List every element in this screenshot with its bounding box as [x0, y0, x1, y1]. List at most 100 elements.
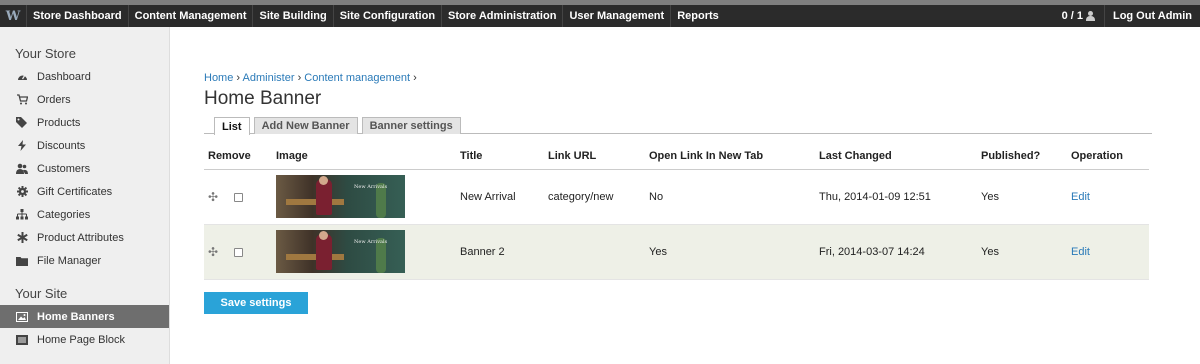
remove-checkbox[interactable] — [234, 193, 244, 203]
edit-link[interactable]: Edit — [1071, 191, 1090, 203]
tab-bar: List Add New Banner Banner settings — [204, 117, 1152, 135]
sidebar-item-categories[interactable]: Categories — [0, 203, 169, 226]
sidebar-item-discounts[interactable]: Discounts — [0, 134, 169, 157]
cart-icon — [16, 94, 28, 106]
folder-icon — [16, 255, 28, 267]
last-changed-cell: Thu, 2014-01-09 12:51 — [815, 169, 977, 225]
column-header-link-url: Link URL — [544, 143, 645, 170]
nav-store-dashboard[interactable]: Store Dashboard — [26, 5, 128, 27]
remove-cell: ✣ — [204, 224, 272, 280]
published-cell: Yes — [977, 169, 1067, 225]
new-tab-cell: No — [645, 169, 815, 225]
breadcrumb-separator: › — [413, 72, 417, 84]
sidebar-item-label: Customers — [37, 162, 91, 175]
operation-cell: Edit — [1067, 224, 1149, 280]
remove-checkbox[interactable] — [234, 248, 244, 258]
site-logo-icon[interactable]: W — [0, 5, 26, 27]
sidebar-item-label: Products — [37, 116, 81, 129]
drag-handle-icon[interactable]: ✣ — [208, 245, 218, 259]
sidebar-item-gift-certificates[interactable]: Gift Certificates — [0, 180, 169, 203]
new-tab-cell: Yes — [645, 224, 815, 280]
sidebar-item-home-banners[interactable]: Home Banners — [0, 305, 169, 328]
column-header-image: Image — [272, 143, 456, 170]
breadcrumb: Home › Administer › Content management › — [204, 72, 1152, 84]
dashboard-icon — [16, 71, 28, 83]
breadcrumb-content-management[interactable]: Content management — [304, 72, 410, 84]
image-icon — [16, 311, 28, 323]
breadcrumb-separator: › — [297, 72, 302, 84]
column-header-operation: Operation — [1067, 143, 1149, 170]
sidebar-item-label: File Manager — [37, 254, 102, 267]
sidebar-item-label: Discounts — [37, 139, 86, 152]
column-header-published: Published? — [977, 143, 1067, 170]
table-row: ✣ New Arrivals New Arrival category/new … — [204, 169, 1149, 225]
image-cell: New Arrivals — [272, 224, 456, 280]
sidebar-item-file-manager[interactable]: File Manager — [0, 249, 169, 272]
banner-thumbnail: New Arrivals — [276, 175, 405, 218]
published-cell: Yes — [977, 224, 1067, 280]
sidebar-item-label: Home Banners — [37, 310, 115, 323]
tab-list[interactable]: List — [214, 117, 250, 135]
admin-toolbar: W Store Dashboard Content Management Sit… — [0, 0, 1200, 27]
nav-site-building[interactable]: Site Building — [252, 5, 332, 27]
nav-user-management[interactable]: User Management — [562, 5, 670, 27]
nav-reports[interactable]: Reports — [670, 5, 725, 27]
sidebar-item-label: Dashboard — [37, 70, 91, 83]
sidebar-item-label: Product Attributes — [37, 231, 124, 244]
sidebar-item-product-attributes[interactable]: Product Attributes — [0, 226, 169, 249]
edit-link[interactable]: Edit — [1071, 246, 1090, 258]
gear-icon — [16, 186, 28, 198]
sitemap-icon — [16, 209, 28, 221]
sidebar-item-label: Orders — [37, 93, 71, 106]
sidebar-item-home-page-block[interactable]: Home Page Block — [0, 328, 169, 351]
online-users-count: 0 / 1 — [1061, 10, 1083, 22]
main-content: Home › Administer › Content management ›… — [204, 27, 1152, 314]
sidebar-item-label: Gift Certificates — [37, 185, 113, 198]
save-settings-button[interactable]: Save settings — [204, 291, 308, 314]
page-title: Home Banner — [204, 88, 322, 109]
sidebar: Your Store Dashboard Orders Products Dis… — [0, 27, 170, 364]
sidebar-item-products[interactable]: Products — [0, 111, 169, 134]
banner-thumbnail: New Arrivals — [276, 230, 405, 273]
column-header-remove: Remove — [204, 143, 272, 170]
tab-add-new-banner[interactable]: Add New Banner — [253, 117, 358, 134]
drag-handle-icon[interactable]: ✣ — [208, 190, 218, 204]
toolbar-user-area: 0 / 1 Log Out Admin — [1054, 5, 1200, 27]
sidebar-item-label: Categories — [37, 208, 91, 221]
sidebar-heading-your-site: Your Site — [15, 285, 68, 301]
title-cell: Banner 2 — [456, 224, 544, 280]
link-url-cell: category/new — [544, 169, 645, 225]
table-row: ✣ New Arrivals Banner 2 Yes Fri, 2014-03… — [204, 224, 1149, 280]
sidebar-item-dashboard[interactable]: Dashboard — [0, 65, 169, 88]
sidebar-item-orders[interactable]: Orders — [0, 88, 169, 111]
breadcrumb-separator: › — [236, 72, 241, 84]
banner-table: Remove Image Title Link URL Open Link In… — [204, 143, 1149, 280]
nav-content-management[interactable]: Content Management — [127, 5, 253, 27]
link-url-cell — [544, 224, 645, 280]
nav-site-configuration[interactable]: Site Configuration — [332, 5, 441, 27]
sidebar-item-customers[interactable]: Customers — [0, 157, 169, 180]
nav-store-administration[interactable]: Store Administration — [441, 5, 562, 27]
online-users-counter[interactable]: 0 / 1 — [1054, 10, 1104, 22]
users-icon — [1085, 11, 1096, 21]
tags-icon — [16, 117, 28, 129]
sidebar-heading-your-store: Your Store — [15, 45, 76, 61]
breadcrumb-administer[interactable]: Administer — [243, 72, 295, 84]
users-icon — [16, 163, 28, 175]
image-cell: New Arrivals — [272, 169, 456, 225]
logout-link[interactable]: Log Out Admin — [1103, 5, 1200, 27]
remove-cell: ✣ — [204, 169, 272, 225]
operation-cell: Edit — [1067, 169, 1149, 225]
last-changed-cell: Fri, 2014-03-07 14:24 — [815, 224, 977, 280]
breadcrumb-home[interactable]: Home — [204, 72, 233, 84]
column-header-open-link-new-tab: Open Link In New Tab — [645, 143, 815, 170]
column-header-title: Title — [456, 143, 544, 170]
column-header-last-changed: Last Changed — [815, 143, 977, 170]
top-navigation: Store Dashboard Content Management Site … — [26, 5, 725, 27]
bolt-icon — [16, 140, 28, 152]
list-icon — [16, 334, 28, 346]
thumbnail-text: New Arrivals — [354, 184, 388, 190]
table-header-row: Remove Image Title Link URL Open Link In… — [204, 143, 1149, 170]
thumbnail-text: New Arrivals — [354, 239, 388, 245]
tab-banner-settings[interactable]: Banner settings — [361, 117, 461, 134]
